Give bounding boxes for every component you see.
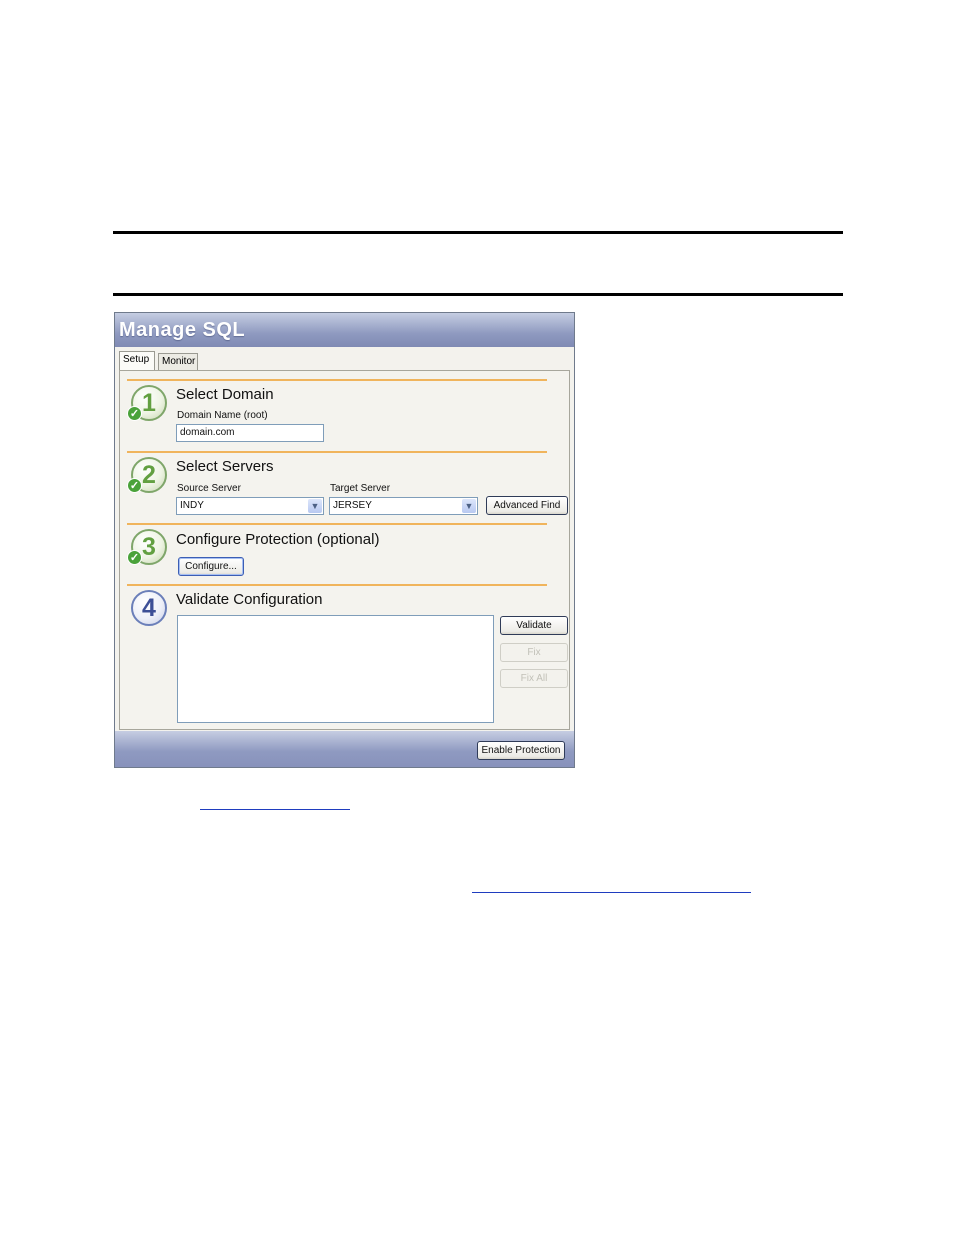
check-icon: ✓ [127,550,142,565]
validation-results-list[interactable] [177,615,494,723]
domain-name-label: Domain Name (root) [177,410,268,421]
step-validate-title: Validate Configuration [176,591,323,608]
enable-protection-button[interactable]: Enable Protection [477,741,565,760]
source-server-select[interactable]: INDY ▼ [176,497,324,515]
domain-name-input[interactable]: domain.com [176,424,324,442]
target-server-select[interactable]: JERSEY ▼ [329,497,478,515]
target-server-label: Target Server [330,483,391,494]
check-icon: ✓ [127,406,142,421]
section-separator [127,523,547,525]
chevron-down-icon[interactable]: ▼ [308,499,322,513]
step-4-icon: 4 [131,590,167,626]
tab-monitor[interactable]: Monitor [158,353,198,370]
fix-button[interactable]: Fix [500,643,568,662]
horizontal-rule-bottom [113,293,843,296]
horizontal-rule-top [113,231,843,234]
section-separator [127,584,547,586]
window-footer: Enable Protection [115,731,574,767]
fix-all-button[interactable]: Fix All [500,669,568,688]
check-icon: ✓ [127,478,142,493]
step-domain-title: Select Domain [176,386,274,403]
validate-button[interactable]: Validate [500,616,568,635]
section-separator [127,451,547,453]
configure-button[interactable]: Configure... [178,557,244,576]
setup-panel: 1 ✓ Select Domain Domain Name (root) dom… [119,370,570,730]
section-separator [127,379,547,381]
tab-setup[interactable]: Setup [119,351,155,371]
source-server-label: Source Server [177,483,241,494]
source-server-value: INDY [180,500,204,511]
step-protection-title: Configure Protection (optional) [176,531,380,548]
window-title: Manage SQL [115,313,574,347]
target-server-value: JERSEY [333,500,372,511]
chevron-down-icon[interactable]: ▼ [462,499,476,513]
hyperlink-underline[interactable] [472,892,751,893]
manage-sql-window: Manage SQL Setup Monitor 1 ✓ Select Doma… [114,312,575,768]
advanced-find-button[interactable]: Advanced Find [486,496,568,515]
step-servers-title: Select Servers [176,458,274,475]
hyperlink-underline[interactable] [200,809,350,810]
